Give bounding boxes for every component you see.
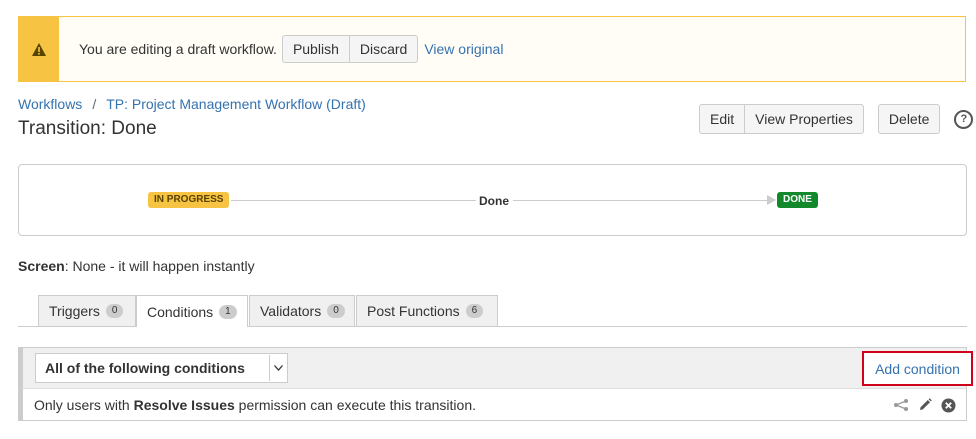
condition-group-value: All of the following conditions: [45, 360, 245, 376]
count-badge: 0: [327, 304, 345, 318]
help-icon[interactable]: ?: [954, 109, 974, 129]
edit-pencil-icon[interactable]: [918, 398, 932, 412]
breadcrumb-workflows-link[interactable]: Workflows: [18, 96, 82, 112]
tab-label: Conditions: [147, 303, 214, 320]
delete-button[interactable]: Delete: [877, 104, 941, 134]
page-title: Transition: Done: [18, 118, 157, 139]
add-condition-highlight: Add condition: [862, 351, 973, 386]
tab-label: Triggers: [49, 303, 100, 319]
conditions-header: All of the following conditions Add cond…: [19, 348, 973, 389]
publish-button[interactable]: Publish: [281, 35, 350, 63]
view-original-link[interactable]: View original: [424, 41, 503, 57]
count-badge: 6: [465, 304, 484, 318]
transition-line-left: [231, 200, 476, 201]
add-condition-link[interactable]: Add condition: [875, 361, 960, 377]
breadcrumb-workflow-link[interactable]: TP: Project Management Workflow (Draft): [106, 96, 366, 112]
count-badge: 1: [219, 304, 237, 319]
draft-warning-banner: You are editing a draft workflow. Publis…: [18, 16, 966, 82]
delete-circle-icon[interactable]: [941, 398, 956, 413]
discard-button[interactable]: Discard: [349, 35, 419, 63]
transition-diagram: IN PROGRESS Done DONE: [18, 164, 967, 236]
tab-triggers[interactable]: Triggers 0: [38, 295, 136, 326]
breadcrumb-separator: /: [92, 96, 97, 112]
conditions-panel: All of the following conditions Add cond…: [18, 347, 973, 421]
condition-prefix: Only users with: [34, 397, 134, 413]
banner-message: You are editing a draft workflow.: [79, 41, 277, 57]
count-badge: 0: [105, 304, 124, 318]
arrow-head-icon: [767, 195, 776, 205]
tab-validators[interactable]: Validators 0: [249, 295, 355, 326]
share-icon[interactable]: [893, 398, 909, 412]
from-status-lozenge: IN PROGRESS: [148, 192, 230, 208]
screen-label: Screen: [18, 258, 65, 274]
warning-icon: [19, 17, 59, 81]
condition-row-actions: [884, 398, 956, 413]
breadcrumb: Workflows / TP: Project Management Workflo…: [18, 96, 366, 112]
to-status-lozenge: DONE: [777, 192, 818, 208]
transition-name: Done: [479, 194, 509, 208]
condition-group-select[interactable]: All of the following conditions: [35, 353, 288, 383]
tab-label: Post Functions: [367, 303, 460, 319]
transition-line-right: [513, 200, 769, 201]
tab-post-functions[interactable]: Post Functions 6: [356, 295, 498, 326]
chevron-down-icon[interactable]: [269, 355, 286, 381]
edit-button[interactable]: Edit: [699, 104, 746, 134]
condition-permission: Resolve Issues: [133, 397, 235, 413]
transition-tabs: Triggers 0 Conditions 1 Validators 0 Pos…: [18, 295, 967, 327]
condition-row: Only users with Resolve Issues permissio…: [19, 389, 966, 421]
condition-suffix: permission can execute this transition.: [234, 397, 476, 413]
tab-label: Validators: [260, 303, 322, 319]
view-properties-button[interactable]: View Properties: [745, 104, 864, 134]
screen-value: : None - it will happen instantly: [64, 258, 255, 274]
condition-description: Only users with Resolve Issues permissio…: [23, 397, 884, 413]
screen-info: Screen: None - it will happen instantly: [18, 258, 255, 274]
tab-conditions[interactable]: Conditions 1: [136, 295, 248, 327]
transition-actions: Edit View Properties Delete ?: [699, 104, 974, 134]
